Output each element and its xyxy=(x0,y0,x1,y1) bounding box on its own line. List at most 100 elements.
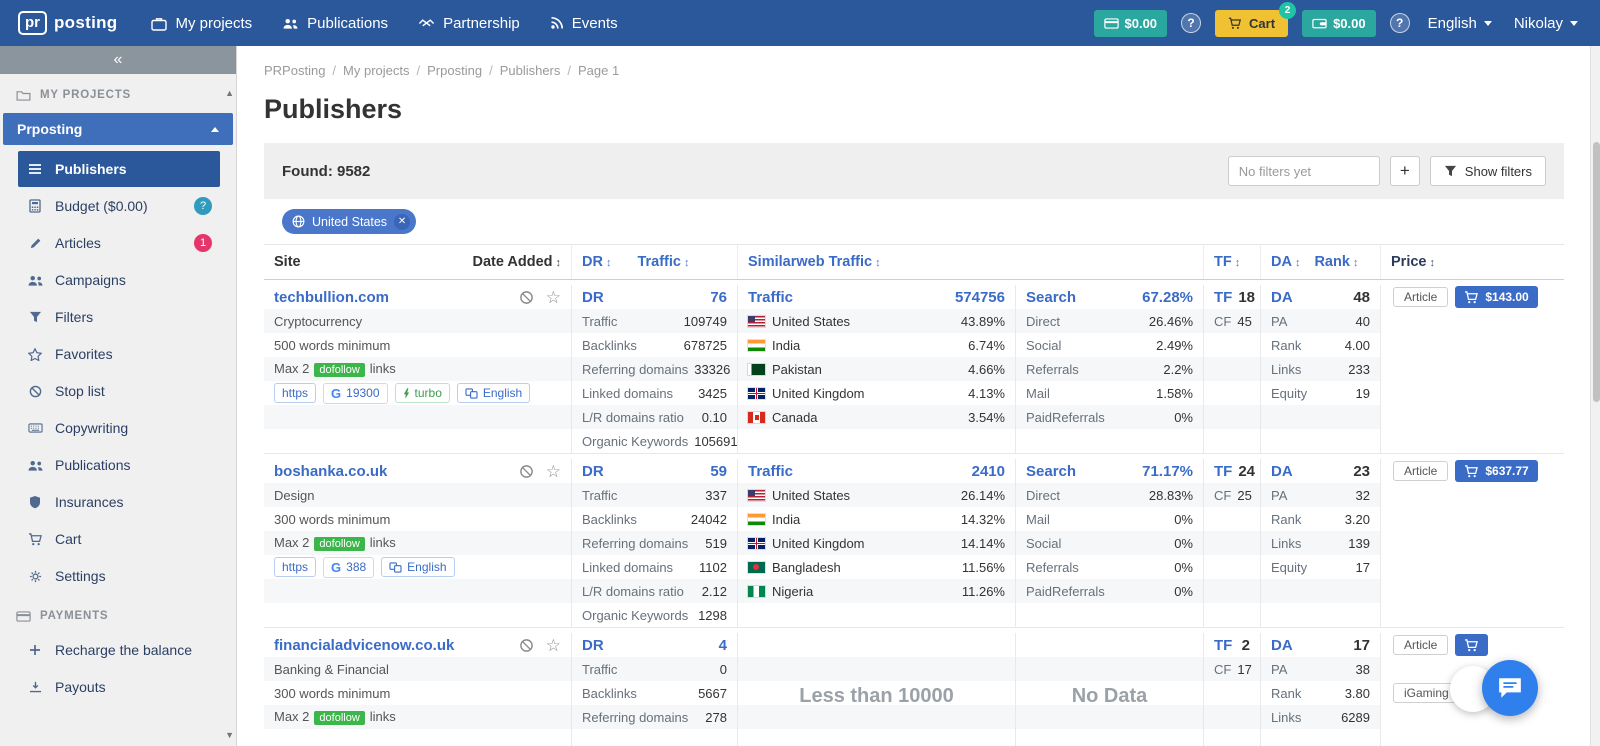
flag-icon-united-kingdom xyxy=(747,536,766,550)
metric-group-value: 76 xyxy=(710,288,727,306)
sidebar-item-copywriting[interactable]: Copywriting xyxy=(18,410,220,446)
sidebar-item-cart[interactable]: Cart xyxy=(18,521,220,557)
scrollbar-thumb[interactable] xyxy=(1592,142,1600,402)
country-percent: 26.14% xyxy=(960,487,1005,503)
metric-group-value: 17 xyxy=(1353,636,1370,654)
breadcrumb-item[interactable]: My projects xyxy=(343,63,409,78)
metric-label: L/R domains ratio xyxy=(582,409,684,425)
column-header-site[interactable]: Site xyxy=(274,254,301,270)
chat-launcher[interactable] xyxy=(1450,660,1538,716)
logo[interactable]: pr posting xyxy=(18,11,117,35)
nav-item-events[interactable]: Events xyxy=(550,15,618,32)
metric-value: 0% xyxy=(1174,559,1193,575)
project-selector[interactable]: Prposting xyxy=(3,113,233,145)
balance-card-badge[interactable]: $0.00 xyxy=(1093,9,1168,37)
cart-button[interactable]: 2 Cart xyxy=(1215,1,1297,37)
breadcrumb-item[interactable]: Page 1 xyxy=(578,63,619,78)
globe-icon xyxy=(292,215,305,228)
saved-filters-input[interactable] xyxy=(1227,156,1380,186)
nav-item-partnership[interactable]: Partnership xyxy=(418,15,520,32)
breadcrumb-item[interactable]: Publishers xyxy=(500,63,561,78)
metric-label: PA xyxy=(1271,661,1288,677)
filter-chip-united-states[interactable]: United States ✕ xyxy=(282,209,417,234)
language-selector[interactable]: English xyxy=(1424,15,1496,32)
sidebar-item-insurances[interactable]: Insurances xyxy=(18,484,220,520)
balance-wallet-badge[interactable]: $0.00 xyxy=(1302,9,1376,37)
block-site-icon[interactable] xyxy=(519,290,534,305)
add-filter-button[interactable]: + xyxy=(1389,156,1420,186)
table-subrow xyxy=(1381,579,1564,603)
help-icon[interactable]: ? xyxy=(1389,13,1410,33)
sidebar-item-stop-list[interactable]: Stop list xyxy=(18,373,220,409)
favorite-star-icon[interactable]: ☆ xyxy=(546,289,561,306)
flag-icon-united-states xyxy=(747,314,766,328)
show-filters-button[interactable]: Show filters xyxy=(1429,156,1546,186)
table-subrow xyxy=(264,579,571,603)
sidebar-collapse-button[interactable] xyxy=(0,46,236,74)
buy-button[interactable] xyxy=(1455,634,1489,656)
sidebar-item-campaigns[interactable]: Campaigns xyxy=(18,262,220,298)
table-subrow xyxy=(1204,681,1260,705)
table-subrow xyxy=(1016,633,1203,657)
site-category: Cryptocurrency xyxy=(274,313,363,329)
user-menu[interactable]: Nikolay xyxy=(1510,15,1582,32)
sidebar-item-favorites[interactable]: Favorites xyxy=(18,336,220,372)
sidebar-item-recharge-the-balance[interactable]: Recharge the balance xyxy=(18,632,220,668)
metric-group-value: 48 xyxy=(1353,288,1370,306)
site-link[interactable]: boshanka.co.uk xyxy=(274,463,387,480)
sidebar-item-budget-0-00[interactable]: Budget ($0.00)? xyxy=(18,188,220,224)
nav-item-publications[interactable]: Publications xyxy=(282,15,388,32)
sidebar-item-filters[interactable]: Filters xyxy=(18,299,220,335)
column-header-date-added[interactable]: Date Added xyxy=(472,254,561,270)
block-site-icon[interactable] xyxy=(519,464,534,479)
buy-button[interactable]: $637.77 xyxy=(1455,460,1538,482)
google-index-badge: G 388 xyxy=(323,556,375,578)
site-link[interactable]: techbullion.com xyxy=(274,289,389,306)
metric-value: 3425 xyxy=(698,385,727,401)
metric-value: 2.2% xyxy=(1163,361,1193,377)
table-subrow xyxy=(1381,483,1564,507)
table-subrow: Referrals 0% xyxy=(1016,555,1203,579)
metric-group-label: TF xyxy=(1214,636,1233,654)
sidebar-item-publishers[interactable]: Publishers xyxy=(18,151,220,187)
breadcrumb-separator: / xyxy=(567,63,572,78)
column-header-rank[interactable]: Rank xyxy=(1314,254,1358,270)
metric-label: Linked domains xyxy=(582,559,674,575)
sidebar-item-payouts[interactable]: Payouts xyxy=(18,669,220,705)
block-site-icon[interactable] xyxy=(519,638,534,653)
help-badge[interactable]: ? xyxy=(194,197,212,215)
country-name: Pakistan xyxy=(772,361,822,377)
sidebar-scroll-down-icon[interactable]: ▼ xyxy=(225,730,234,740)
chat-bubble-icon[interactable] xyxy=(1482,660,1538,716)
sidebar-item-settings[interactable]: Settings xyxy=(18,558,220,594)
metric-value: 3.80 xyxy=(1344,685,1370,701)
sidebar-scroll-up-icon[interactable]: ▲ xyxy=(225,88,234,98)
metric-group-label: Search xyxy=(1026,288,1077,306)
help-icon[interactable]: ? xyxy=(1181,13,1202,33)
cart-count-badge: 2 xyxy=(1279,1,1297,19)
buy-button[interactable]: $143.00 xyxy=(1455,286,1538,308)
breadcrumb-item[interactable]: Prposting xyxy=(427,63,482,78)
flag-icon-pakistan xyxy=(747,362,766,376)
favorite-star-icon[interactable]: ☆ xyxy=(546,463,561,480)
table-subrow: 300 words minimum xyxy=(264,681,571,705)
column-header-traffic[interactable]: Traffic xyxy=(637,254,689,270)
column-header-dr[interactable]: DR xyxy=(582,254,611,270)
column-header-da[interactable]: DA xyxy=(1271,254,1300,270)
remove-filter-icon[interactable]: ✕ xyxy=(394,213,411,230)
nav-item-my-projects[interactable]: My projects xyxy=(151,15,252,32)
column-header-price[interactable]: Price xyxy=(1391,254,1435,270)
sidebar-item-publications[interactable]: Publications xyxy=(18,447,220,483)
google-g-icon: G xyxy=(331,385,342,401)
breadcrumb-item[interactable]: PRPosting xyxy=(264,63,325,78)
metric-value: 0.10 xyxy=(701,409,727,425)
column-header-similarweb-traffic[interactable]: Similarweb Traffic xyxy=(748,254,881,270)
column-header-tf[interactable]: TF xyxy=(1214,254,1240,270)
sidebar-item-articles[interactable]: Articles 1 xyxy=(18,225,220,261)
table-subrow: L/R domains ratio 2.12 xyxy=(572,579,737,603)
favorite-star-icon[interactable]: ☆ xyxy=(546,637,561,654)
project-name: Prposting xyxy=(17,121,83,137)
site-link[interactable]: financialadvicenow.co.uk xyxy=(274,637,454,654)
metric-value: 278 xyxy=(705,709,727,725)
cart-icon xyxy=(1228,17,1242,30)
